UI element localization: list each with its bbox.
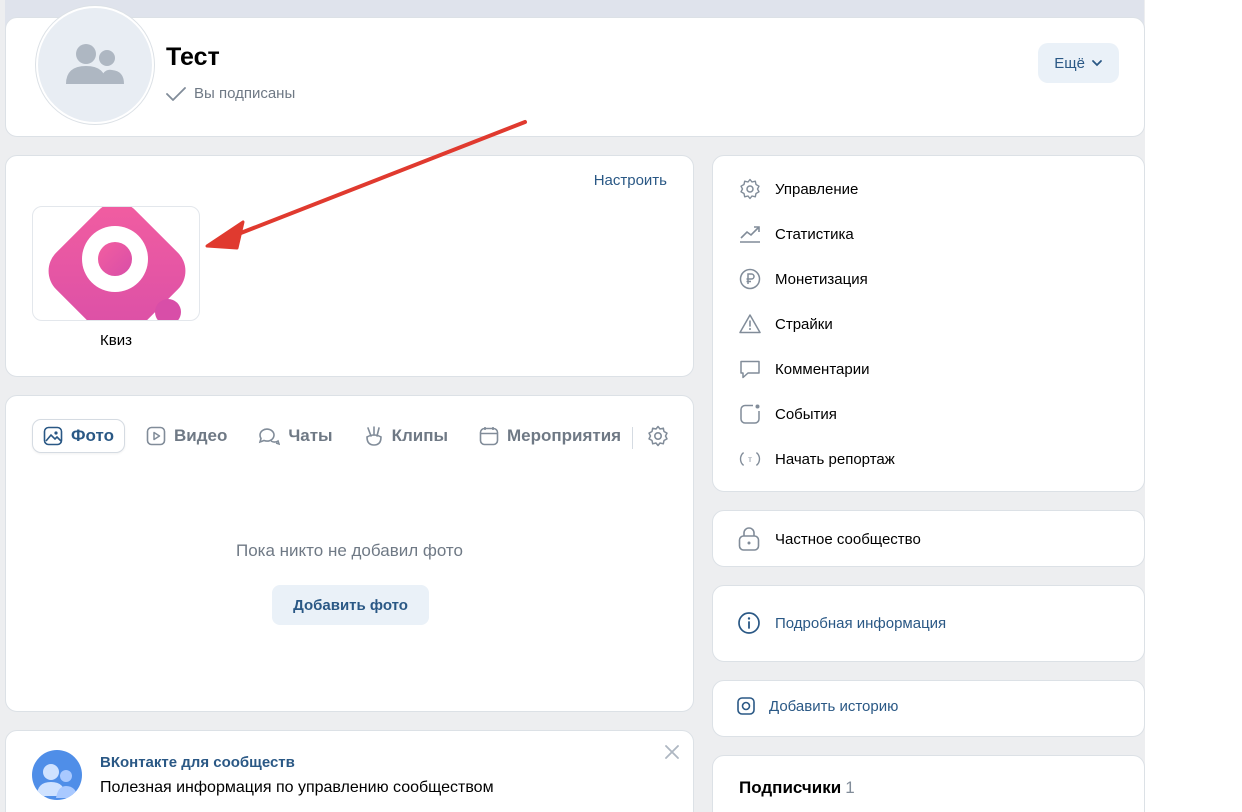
gear-icon [648,425,668,447]
tab-chats-label: Чаты [288,426,333,445]
clips-icon [365,426,382,446]
menu-item-strikes[interactable]: Страйки [739,309,833,339]
private-community-label: Частное сообщество [775,530,921,548]
menu-item-monetization[interactable]: Монетизация [739,264,868,294]
chats-icon [259,428,281,446]
add-story-label: Добавить историю [769,697,899,715]
tab-events[interactable]: Мероприятия [469,419,631,453]
menu-item-broadcast[interactable]: т Начать репортаж [739,444,895,474]
group-header: Тест Вы подписаны Ещё [5,6,1145,137]
subscription-status[interactable]: Вы подписаны [166,85,295,102]
detailed-info-label: Подробная информация [775,614,947,632]
lock-icon [738,527,760,551]
subscribers-card[interactable]: Подписчики 1 [712,755,1145,812]
more-button-label: Ещё [1054,54,1085,72]
group-title: Тест [166,43,220,71]
stats-icon [739,223,761,245]
subscribers-count: 1 [845,778,855,797]
tab-chats[interactable]: Чаты [248,419,342,453]
info-icon [738,612,760,634]
chevron-down-icon [1092,60,1102,67]
promo-text: Полезная информация по управлению сообще… [100,779,494,796]
photo-icon [43,426,63,446]
menu-item-label: События [775,405,837,423]
admin-menu: Управление Статистика Монетизация Страйк… [712,155,1145,492]
close-icon [665,745,679,759]
tab-clips[interactable]: Клипы [354,419,458,453]
story-icon [737,697,755,715]
gear-icon [739,178,761,200]
comment-icon [739,358,761,380]
subscription-label: Вы подписаны [194,85,296,102]
private-community-row: Частное сообщество [737,526,921,552]
menu-item-label: Начать репортаж [775,450,895,468]
menu-item-events[interactable]: События [739,399,837,429]
media-tabs: Фото Видео Чаты Клипы Мероприятия [32,419,642,453]
subscribers-title: Подписчики 1 [739,778,855,798]
promo-close-button[interactable] [665,745,679,764]
app-tile-quiz[interactable] [32,206,200,321]
menu-item-statistics[interactable]: Статистика [739,219,854,249]
group-avatar[interactable] [36,6,154,124]
menu-item-label: Комментарии [775,360,870,378]
community-promo-icon [32,750,82,800]
warning-icon [739,313,761,335]
apps-widget: Настроить Квиз [5,155,694,377]
add-story-row: Добавить историю [737,697,898,715]
page-right-margin [1145,0,1242,812]
promo-title[interactable]: ВКонтакте для сообществ [100,754,295,771]
app-label-quiz: Квиз [100,332,132,349]
calendar-icon [479,427,499,446]
tab-photo-label: Фото [71,426,114,445]
configure-link[interactable]: Настроить [594,172,667,189]
broadcast-icon: т [739,448,761,470]
detailed-info-row: Подробная информация [737,611,946,635]
events-icon [739,403,761,425]
menu-item-management[interactable]: Управление [739,174,858,204]
menu-item-label: Управление [775,180,859,198]
quiz-app-icon [48,207,186,320]
menu-item-label: Монетизация [775,270,868,288]
ruble-icon [739,268,761,290]
group-icon [66,44,124,84]
media-widget: Фото Видео Чаты Клипы Мероприятия Пока н… [5,395,694,712]
tab-video-label: Видео [173,426,228,445]
tab-events-label: Мероприятия [507,426,622,445]
tabs-settings-button[interactable] [647,425,669,452]
private-community-card[interactable]: Частное сообщество [712,510,1145,567]
svg-text:т: т [748,455,752,464]
promo-banner: ВКонтакте для сообществ Полезная информа… [5,730,694,812]
menu-item-label: Страйки [775,315,833,333]
tab-video[interactable]: Видео [136,419,237,453]
checkmark-icon [166,86,186,101]
menu-item-label: Статистика [775,225,854,243]
more-button[interactable]: Ещё [1038,43,1119,83]
tabs-divider [632,427,633,449]
subscribers-title-label: Подписчики [739,778,842,797]
video-icon [146,426,166,446]
menu-item-comments[interactable]: Комментарии [739,354,869,384]
tab-photo[interactable]: Фото [32,419,125,453]
detailed-info-card[interactable]: Подробная информация [712,585,1145,662]
tab-clips-label: Клипы [391,426,448,445]
add-photo-button[interactable]: Добавить фото [272,585,429,625]
empty-state-text: Пока никто не добавил фото [236,541,463,560]
add-story-card[interactable]: Добавить историю [712,680,1145,737]
